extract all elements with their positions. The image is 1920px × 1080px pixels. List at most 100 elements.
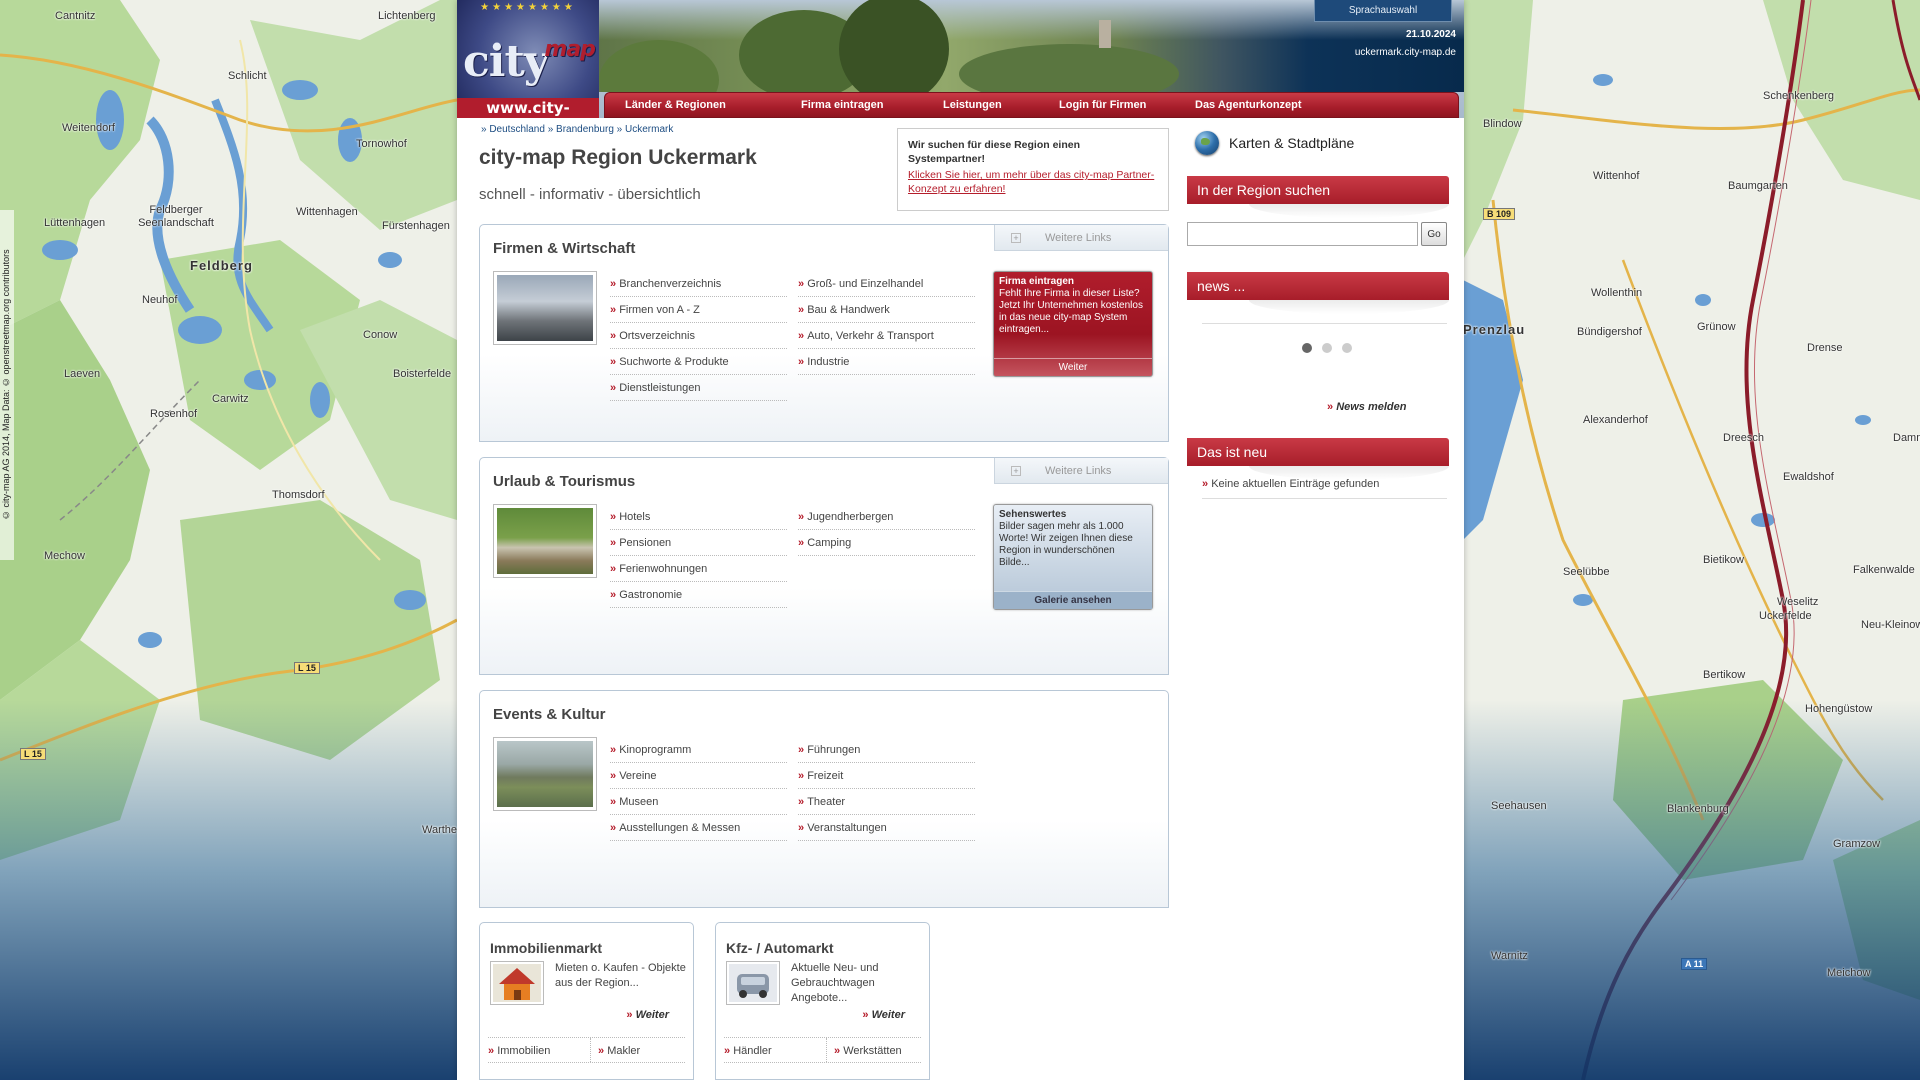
link-vereine[interactable]: Vereine <box>610 763 787 789</box>
breadcrumb-deutschland[interactable]: » Deutschland <box>481 124 545 135</box>
link-branchenverzeichnis[interactable]: Branchenverzeichnis <box>610 271 787 297</box>
map-place-label: Fürstenhagen <box>382 220 450 232</box>
link-firmen-a-z[interactable]: Firmen von A - Z <box>610 297 787 323</box>
sidebar-heading-search: In der Region suchen <box>1187 176 1449 218</box>
more-links-button[interactable]: + Weitere Links <box>994 225 1168 251</box>
nav-login-firmen[interactable]: Login für Firmen <box>1059 93 1146 117</box>
map-left-fade <box>0 700 457 1080</box>
link-suchworte-produkte[interactable]: Suchworte & Produkte <box>610 349 787 375</box>
link-camping[interactable]: Camping <box>798 530 975 556</box>
link-industrie[interactable]: Industrie <box>798 349 975 375</box>
box-weiter-link[interactable]: Weiter <box>862 1009 905 1021</box>
nav-laender-regionen[interactable]: Länder & Regionen <box>625 93 726 117</box>
gallery-button[interactable]: Galerie ansehen <box>994 591 1152 609</box>
link-ferienwohnungen[interactable]: Ferienwohnungen <box>610 556 787 582</box>
box-description: Mieten o. Kaufen - Objekte aus der Regio… <box>555 962 686 989</box>
partner-text: Wir suchen für diese Region einen System… <box>908 139 1081 165</box>
nav-agenturkonzept[interactable]: Das Agenturkonzept <box>1195 93 1302 117</box>
partner-link[interactable]: Klicken Sie hier, um mehr über das city-… <box>908 168 1158 196</box>
link-jugendherbergen[interactable]: Jugendherbergen <box>798 504 975 530</box>
link-museen[interactable]: Museen <box>610 789 787 815</box>
map-place-label: Wittenhagen <box>296 206 358 218</box>
link-ausstellungen-messen[interactable]: Ausstellungen & Messen <box>610 815 787 841</box>
link-dienstleistungen[interactable]: Dienstleistungen <box>610 375 787 401</box>
section-title: Firmen & Wirtschaft <box>493 240 636 257</box>
link-gastronomie[interactable]: Gastronomie <box>610 582 787 608</box>
box-links: Händler Werkstätten <box>724 1037 921 1063</box>
nav-firma-eintragen[interactable]: Firma eintragen <box>801 93 884 117</box>
box-kfz-automarkt: Kfz- / Automarkt Aktuelle Neu- und Gebra… <box>715 922 930 1080</box>
map-place-label: Feldberg <box>190 258 253 273</box>
pager-dot-active[interactable] <box>1302 343 1312 353</box>
link-bau-handwerk[interactable]: Bau & Handwerk <box>798 297 975 323</box>
link-veranstaltungen[interactable]: Veranstaltungen <box>798 815 975 841</box>
breadcrumb-brandenburg[interactable]: » Brandenburg <box>548 124 614 135</box>
map-place-label: Schenkenberg <box>1763 90 1834 102</box>
page-slogan: schnell - informativ - übersichtlich <box>479 186 701 203</box>
map-place-label: Neu-Kleinow <box>1861 619 1920 631</box>
map-place-label: Bertikow <box>1703 669 1746 681</box>
map-place-label: Carwitz <box>212 393 249 405</box>
maps-link[interactable]: Karten & Stadtpläne <box>1195 130 1354 156</box>
breadcrumb-uckermark[interactable]: » Uckermark <box>617 124 674 135</box>
pager-dot[interactable] <box>1342 343 1352 353</box>
car-icon-graphic <box>729 964 777 1002</box>
page-title: city-map Region Uckermark <box>479 146 757 169</box>
search-go-button[interactable]: Go <box>1421 222 1447 246</box>
road-tag: L 15 <box>294 662 320 674</box>
link-freizeit[interactable]: Freizeit <box>798 763 975 789</box>
header-banner-image: Sprachauswahl 21.10.2024 uckermark.city-… <box>599 0 1464 92</box>
map-place-label: Seehausen <box>1491 800 1547 812</box>
box-weiter-link[interactable]: Weiter <box>626 1009 669 1021</box>
box-immobilienmarkt: Immobilienmarkt Mieten o. Kaufen - Objek… <box>479 922 694 1080</box>
link-haendler[interactable]: Händler <box>724 1038 772 1064</box>
map-place-label: Lichtenberg <box>378 10 436 22</box>
more-links-label: Weitere Links <box>1045 465 1112 477</box>
map-place-label: Drense <box>1807 342 1843 354</box>
map-place-label: Boisterfelde <box>393 368 452 380</box>
link-theater[interactable]: Theater <box>798 789 975 815</box>
breadcrumb: » Deutschland » Brandenburg » Uckermark <box>481 124 673 135</box>
banner-tree <box>599 40 719 92</box>
news-melden-link[interactable]: News melden <box>1327 401 1406 413</box>
link-kinoprogramm[interactable]: Kinoprogramm <box>610 737 787 763</box>
link-werkstaetten[interactable]: Werkstätten <box>834 1038 902 1064</box>
site-domain: uckermark.city-map.de <box>1354 47 1456 58</box>
link-makler[interactable]: Makler <box>598 1038 640 1064</box>
link-fuehrungen[interactable]: Führungen <box>798 737 975 763</box>
map-place-label: Neuhof <box>142 294 178 306</box>
more-links-label: Weitere Links <box>1045 232 1112 244</box>
map-right-fade <box>1463 700 1920 1080</box>
background-map-left: Cantnitz Lichtenberg Schlicht Weitendorf… <box>0 0 457 1080</box>
link-immobilien[interactable]: Immobilien <box>488 1038 550 1064</box>
promo-weiter-button[interactable]: Weiter <box>994 358 1152 376</box>
maps-label: Karten & Stadtpläne <box>1229 135 1355 151</box>
link-hotels[interactable]: Hotels <box>610 504 787 530</box>
more-links-button[interactable]: + Weitere Links <box>994 458 1168 484</box>
nav-leistungen[interactable]: Leistungen <box>943 93 1002 117</box>
map-place-label: Grünow <box>1697 321 1736 333</box>
region-search-input[interactable] <box>1187 222 1418 246</box>
banner-tower <box>1099 20 1111 48</box>
map-place-label: Prenzlau <box>1463 322 1526 337</box>
pager-dot[interactable] <box>1322 343 1332 353</box>
logo-word-map: map <box>544 37 596 62</box>
city-map-logo[interactable]: ★★★★★★★★ citymap www.city-map.de <box>457 0 599 118</box>
logo-url: www.city-map.de <box>457 98 599 118</box>
map-place-label: Gramzow <box>1833 838 1881 850</box>
map-place-label: Laeven <box>64 368 101 380</box>
map-place-label: Bündigershof <box>1577 326 1642 338</box>
header: ★★★★★★★★ citymap www.city-map.de Spracha… <box>457 0 1464 118</box>
link-ortsverzeichnis[interactable]: Ortsverzeichnis <box>610 323 787 349</box>
page-container: ★★★★★★★★ citymap www.city-map.de Spracha… <box>457 0 1464 1080</box>
map-place-label: Seelübbe <box>1563 566 1610 578</box>
link-auto-verkehr[interactable]: Auto, Verkehr & Transport <box>798 323 975 349</box>
link-pensionen[interactable]: Pensionen <box>610 530 787 556</box>
link-column: Kinoprogramm Vereine Museen Ausstellunge… <box>610 737 787 841</box>
link-gross-einzelhandel[interactable]: Groß- und Einzelhandel <box>798 271 975 297</box>
map-place-label: Mechow <box>44 550 85 562</box>
map-place-label: Wittenhof <box>1593 170 1640 182</box>
section-firmen-wirtschaft: Firmen & Wirtschaft + Weitere Links Branc… <box>479 224 1169 442</box>
map-place-label: Blindow <box>1483 118 1522 130</box>
language-selector[interactable]: Sprachauswahl <box>1314 0 1452 22</box>
